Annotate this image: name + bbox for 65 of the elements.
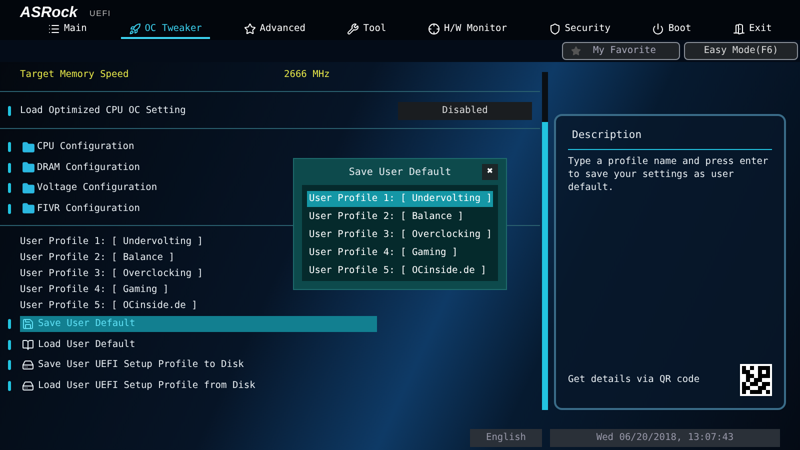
scrollbar[interactable]: [542, 72, 548, 410]
description-text: Type a profile name and press enter to save your settings as user default.: [568, 154, 770, 194]
row-marker-icon: [8, 360, 11, 370]
tab-icon: [652, 23, 664, 35]
folder-icon: [22, 140, 35, 154]
folder-icon: [22, 161, 35, 174]
book-icon: [22, 338, 34, 351]
row-marker-icon: [8, 380, 11, 391]
menu-item[interactable]: CPU Configuration: [22, 140, 134, 154]
nav-tab[interactable]: Exit: [725, 21, 780, 39]
description-title: Description: [571, 128, 643, 143]
drive-icon: [22, 380, 34, 392]
nav-tab[interactable]: Boot: [644, 21, 700, 39]
date-time: Wed 06/20/2018, 13:07:43: [550, 429, 780, 447]
profile-option[interactable]: User Profile 3: [ Overclocking ]: [307, 227, 494, 243]
close-button[interactable]: ✖: [482, 164, 498, 180]
tab-icon: [733, 23, 746, 35]
nav-tab[interactable]: Tool: [339, 21, 394, 39]
nav-tab[interactable]: H/W Monitor: [420, 21, 515, 39]
menu-item[interactable]: Voltage Configuration: [22, 181, 158, 196]
row-marker-icon: [8, 162, 11, 173]
row-marker-icon: [8, 340, 11, 350]
floppy-icon: [22, 318, 34, 330]
menu-item[interactable]: Save User UEFI Setup Profile to Disk: [20, 357, 377, 374]
tab-icon: [128, 23, 141, 35]
profile-option[interactable]: User Profile 2: [ Balance ]: [307, 209, 466, 225]
row-marker-icon: [8, 204, 11, 214]
menu-item[interactable]: Load User Default: [20, 336, 377, 353]
row-marker-icon: [8, 319, 11, 330]
star-icon: [571, 46, 581, 56]
menu-item[interactable]: Load User UEFI Setup Profile from Disk: [20, 378, 377, 394]
folder-icon: [22, 182, 35, 195]
setting-value: 2666 MHz: [284, 68, 330, 82]
row-marker-icon: [8, 142, 11, 152]
easy-mode-button[interactable]: Easy Mode(F6): [684, 42, 798, 60]
profile-label: User Profile 2: [ Balance ]: [20, 250, 174, 265]
profile-label: User Profile 1: [ Undervolting ]: [20, 234, 204, 249]
favorite-button[interactable]: My Favorite: [562, 42, 680, 60]
profile-label: User Profile 3: [ Overclocking ]: [20, 266, 204, 281]
setting-label: Load Optimized CPU OC Setting: [20, 104, 187, 118]
profile-option[interactable]: User Profile 4: [ Gaming ]: [307, 245, 460, 261]
logo-subtitle: UEFI: [90, 8, 111, 20]
tab-icon: [347, 23, 360, 35]
setting-dropdown[interactable]: Disabled: [398, 102, 532, 120]
nav-tab[interactable]: Advanced: [236, 21, 314, 39]
folder-icon: [22, 202, 35, 216]
brand-logo: ASRock: [20, 5, 78, 20]
tab-icon: [548, 23, 561, 35]
profile-option[interactable]: User Profile 5: [ OCinside.de ]: [307, 263, 488, 279]
profile-label: User Profile 5: [ OCinside.de ]: [20, 298, 198, 313]
qr-code-icon: [740, 364, 772, 396]
row-marker-icon: [8, 106, 11, 116]
dialog-title: Save User Default: [348, 166, 452, 180]
tab-icon: [244, 23, 256, 35]
language-button[interactable]: English: [470, 429, 542, 447]
setting-label: Target Memory Speed: [20, 68, 130, 82]
row-marker-icon: [8, 183, 11, 194]
nav-tab[interactable]: Main: [40, 21, 95, 39]
drive-icon: [22, 359, 34, 372]
qr-hint: Get details via QR code: [568, 372, 700, 387]
tab-icon: [428, 23, 440, 35]
menu-item[interactable]: FIVR Configuration: [22, 202, 140, 216]
nav-tab[interactable]: Security: [540, 21, 618, 39]
profile-label: User Profile 4: [ Gaming ]: [20, 282, 169, 297]
menu-item[interactable]: DRAM Configuration: [22, 160, 140, 175]
